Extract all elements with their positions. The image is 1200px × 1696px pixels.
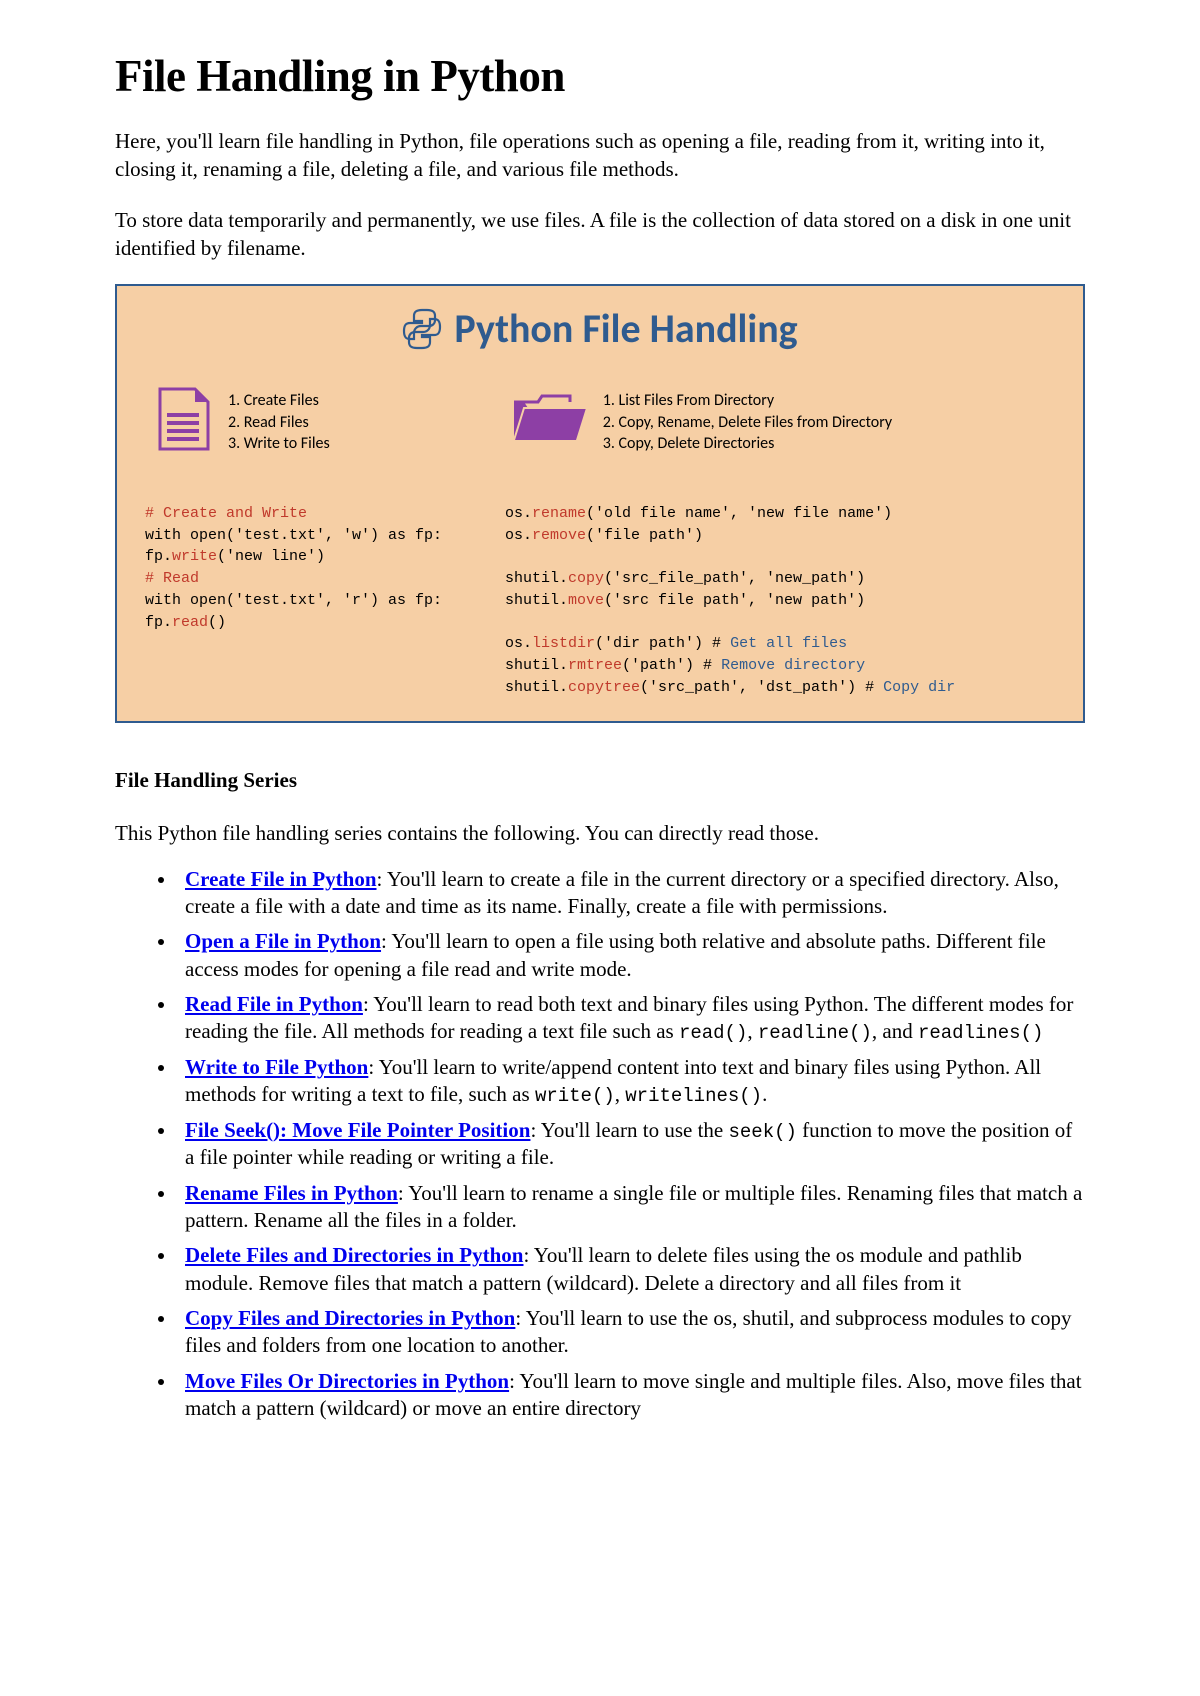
diagram-title: Python File Handling — [402, 304, 797, 353]
list-item: 2. Read Files — [228, 412, 330, 434]
python-icon — [402, 308, 442, 350]
diagram-title-row: Python File Handling — [145, 304, 1055, 355]
list-item: 1. Create Files — [228, 390, 330, 412]
code-sample-right: os.rename('old file name', 'new file nam… — [505, 503, 1055, 699]
series-item: Write to File Python: You'll learn to wr… — [177, 1054, 1085, 1109]
file-icon-block: 1. Create Files 2. Read Files 3. Write t… — [155, 387, 330, 458]
series-item: Rename Files in Python: You'll learn to … — [177, 1180, 1085, 1235]
list-item: 1. List Files From Directory — [603, 390, 892, 412]
series-link[interactable]: Copy Files and Directories in Python — [185, 1306, 515, 1330]
inline-code: writelines() — [625, 1085, 762, 1107]
series-item: File Seek(): Move File Pointer Position:… — [177, 1117, 1085, 1172]
folder-icon-list: 1. List Files From Directory 2. Copy, Re… — [603, 390, 892, 455]
diagram-code-row: # Create and Writewith open('test.txt', … — [145, 503, 1055, 699]
inline-code: read() — [679, 1022, 747, 1044]
diagram-icons-row: 1. Create Files 2. Read Files 3. Write t… — [145, 387, 1055, 458]
list-item: 3. Copy, Delete Directories — [603, 433, 892, 455]
inline-code: seek() — [728, 1121, 796, 1143]
series-link[interactable]: File Seek(): Move File Pointer Position — [185, 1118, 530, 1142]
series-item: Create File in Python: You'll learn to c… — [177, 866, 1085, 921]
folder-icon — [510, 392, 588, 453]
series-link[interactable]: Write to File Python — [185, 1055, 368, 1079]
intro-paragraph: Here, you'll learn file handling in Pyth… — [115, 127, 1085, 184]
inline-code: readline() — [758, 1022, 872, 1044]
series-link[interactable]: Rename Files in Python — [185, 1181, 398, 1205]
series-link[interactable]: Move Files Or Directories in Python — [185, 1369, 509, 1393]
page-title: File Handling in Python — [115, 50, 1085, 102]
series-item: Move Files Or Directories in Python: You… — [177, 1368, 1085, 1423]
diagram-heading-text: Python File Handling — [454, 304, 797, 353]
list-item: 2. Copy, Rename, Delete Files from Direc… — [603, 412, 892, 434]
series-link[interactable]: Delete Files and Directories in Python — [185, 1243, 523, 1267]
inline-code: write() — [535, 1085, 615, 1107]
series-list: Create File in Python: You'll learn to c… — [115, 866, 1085, 1423]
series-link[interactable]: Read File in Python — [185, 992, 363, 1016]
diagram-python-file-handling: Python File Handling 1. Create Files — [115, 284, 1085, 722]
intro-paragraph: To store data temporarily and permanentl… — [115, 206, 1085, 263]
series-item: Open a File in Python: You'll learn to o… — [177, 928, 1085, 983]
series-link[interactable]: Create File in Python — [185, 867, 377, 891]
page-root: File Handling in Python Here, you'll lea… — [0, 0, 1200, 1696]
file-icon — [155, 387, 213, 458]
series-item: Copy Files and Directories in Python: Yo… — [177, 1305, 1085, 1360]
code-sample-left: # Create and Writewith open('test.txt', … — [145, 503, 465, 699]
series-item: Delete Files and Directories in Python: … — [177, 1242, 1085, 1297]
list-item: 3. Write to Files — [228, 433, 330, 455]
folder-icon-block: 1. List Files From Directory 2. Copy, Re… — [510, 387, 892, 458]
file-icon-list: 1. Create Files 2. Read Files 3. Write t… — [228, 390, 330, 455]
series-item: Read File in Python: You'll learn to rea… — [177, 991, 1085, 1046]
series-heading: File Handling Series — [115, 768, 1085, 793]
series-link[interactable]: Open a File in Python — [185, 929, 381, 953]
series-intro: This Python file handling series contain… — [115, 821, 1085, 846]
inline-code: readlines() — [918, 1022, 1043, 1044]
